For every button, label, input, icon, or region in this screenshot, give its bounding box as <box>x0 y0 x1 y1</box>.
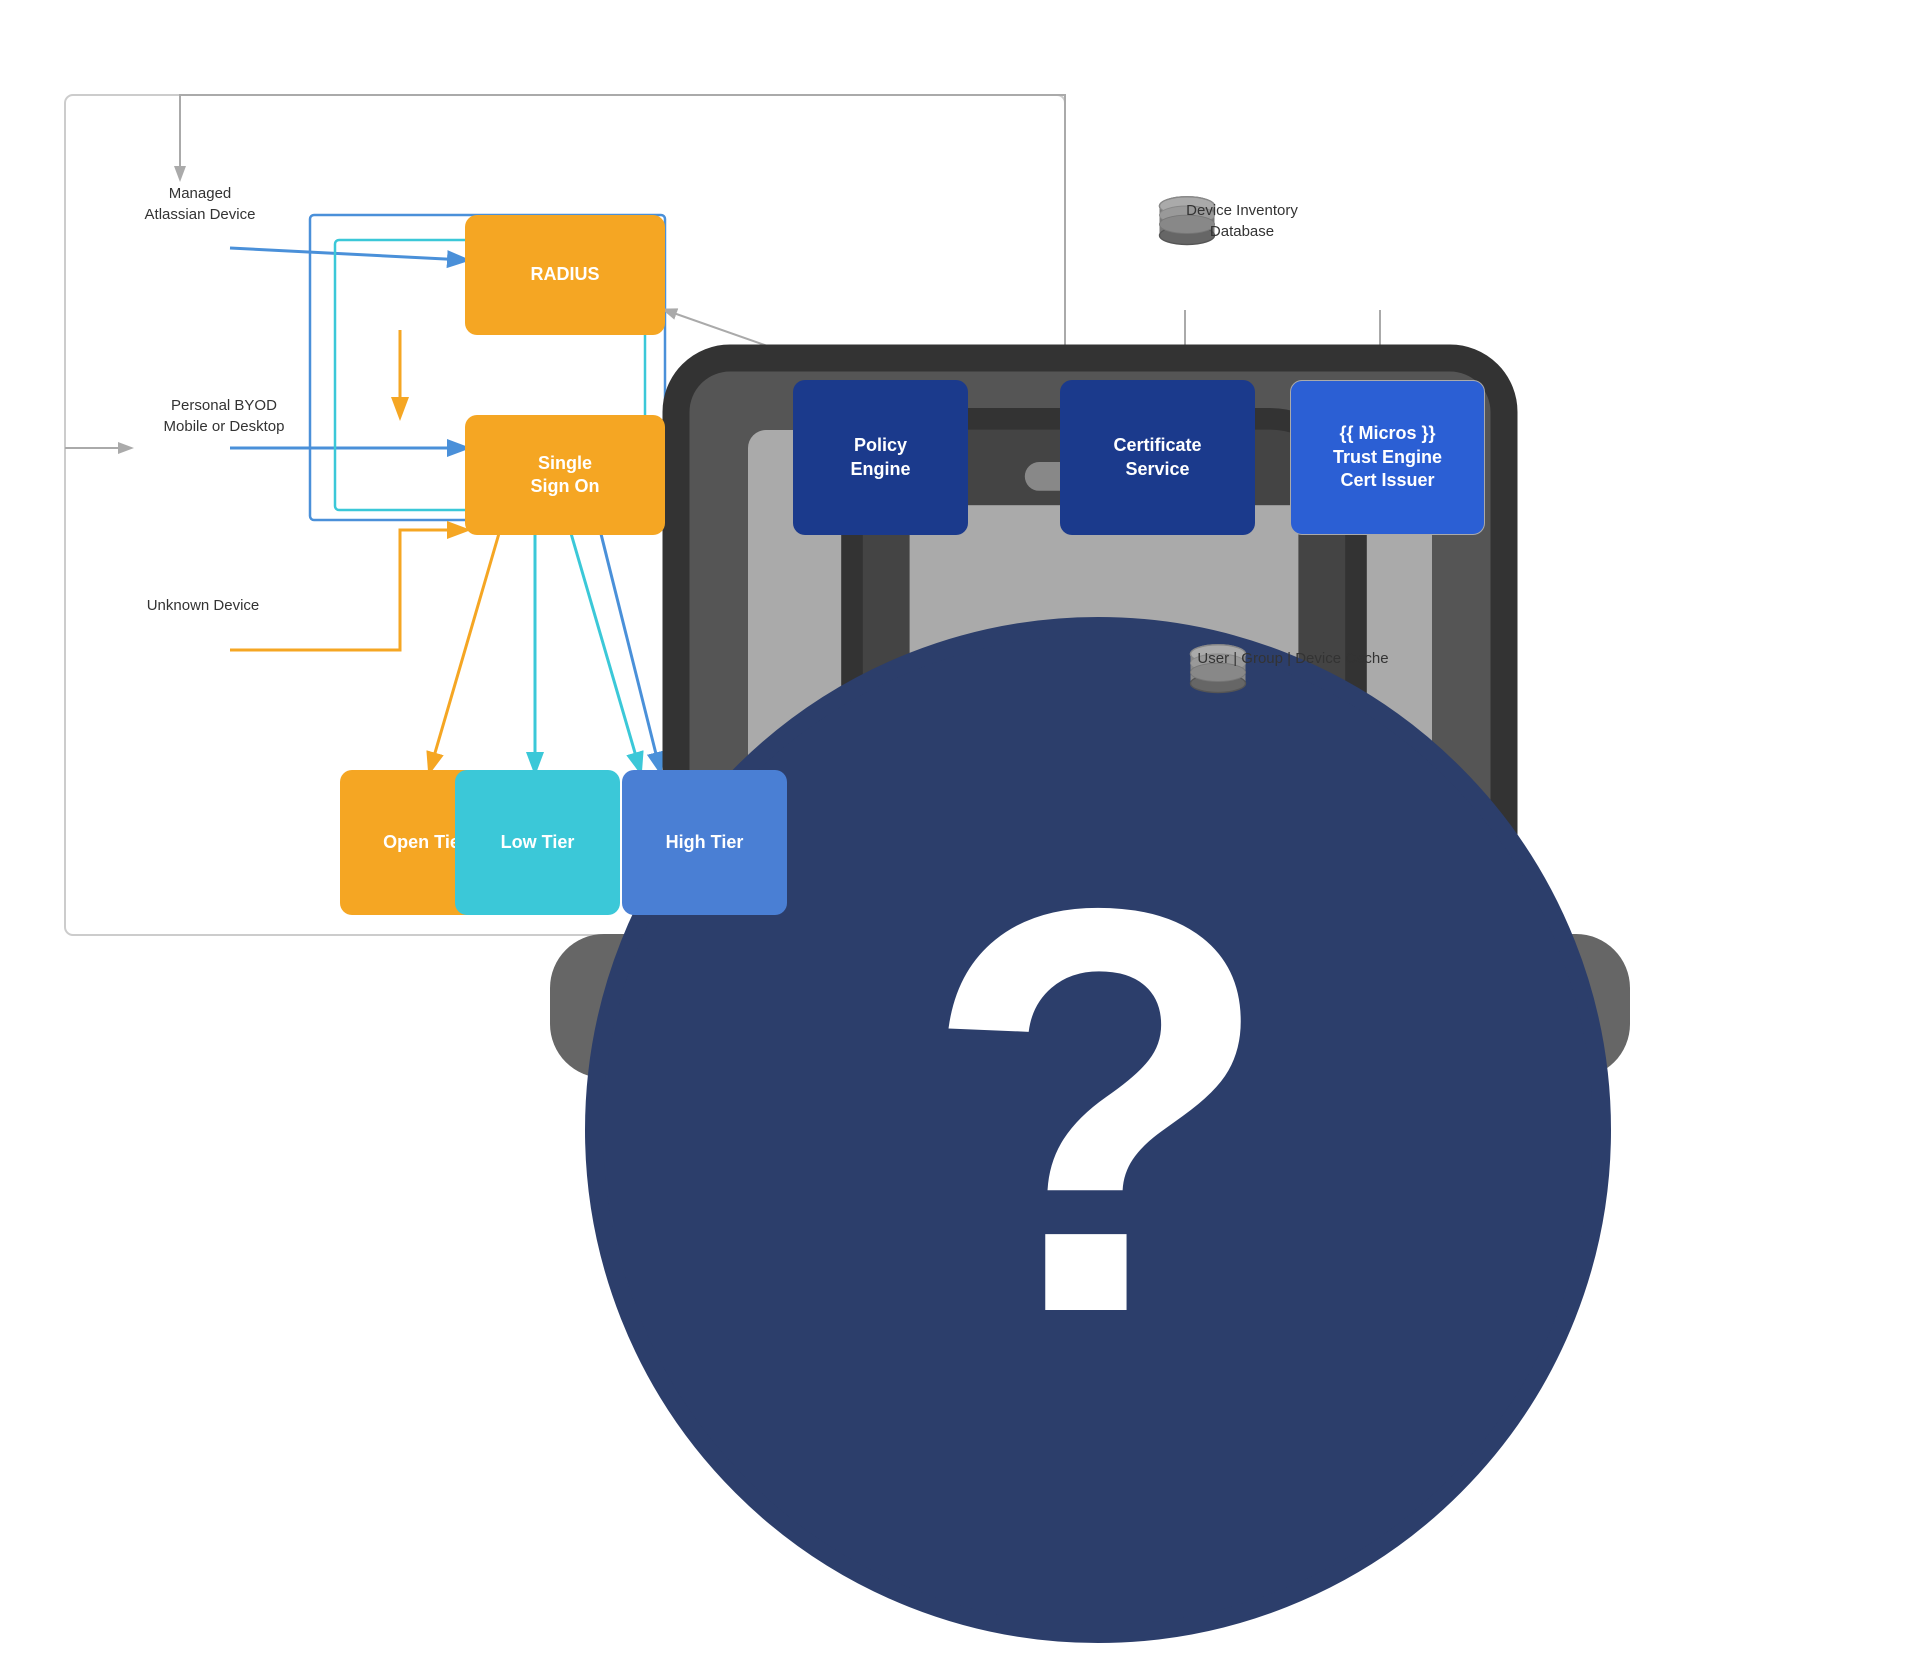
byod-label: Personal BYODMobile or Desktop <box>144 395 304 437</box>
certificate-service-node: CertificateService <box>1060 380 1255 535</box>
sso-node: SingleSign On <box>465 415 665 535</box>
device-inventory-container: Device InventoryDatabase <box>1152 195 1332 242</box>
byod-container: Personal BYODMobile or Desktop <box>144 390 304 437</box>
unknown-icon: ? <box>138 590 1920 1670</box>
user-cache-label: User | Group | Device Cache <box>1183 648 1403 669</box>
policy-engine-node: PolicyEngine <box>793 380 968 535</box>
radius-node: RADIUS <box>465 215 665 335</box>
diagram: ManagedAtlassian Device Personal BYODMob… <box>0 0 1920 1080</box>
svg-text:?: ? <box>922 790 1274 1433</box>
unknown-device-label: Unknown Device <box>138 595 268 616</box>
user-cache-container: User | Group | Device Cache <box>1183 643 1403 669</box>
device-inventory-label: Device InventoryDatabase <box>1152 200 1332 242</box>
low-tier-node: Low Tier <box>455 770 620 915</box>
managed-device-label: ManagedAtlassian Device <box>130 183 270 225</box>
high-tier-node: High Tier <box>622 770 787 915</box>
unknown-device-container: ? Unknown Device <box>138 590 268 616</box>
managed-device-container: ManagedAtlassian Device <box>130 178 270 225</box>
trust-engine-node: {{ Micros }}Trust EngineCert Issuer <box>1290 380 1485 535</box>
